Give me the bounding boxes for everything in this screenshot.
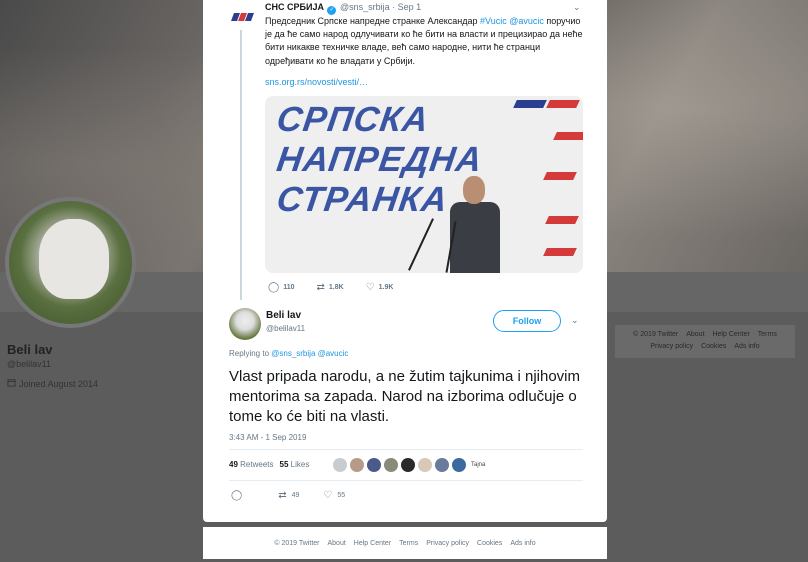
retweet-icon: ⇄	[278, 490, 287, 501]
joined-text: Joined August 2014	[19, 378, 99, 389]
parent-tweet[interactable]: СНС СРБИЈА ✓ @sns_srbija · Sep 1 ⌄ Предс…	[203, 0, 607, 300]
footer-link[interactable]: Terms	[399, 540, 418, 547]
liker-avatar[interactable]	[333, 458, 347, 472]
replying-to-links[interactable]: @sns_srbija @avucic	[271, 349, 348, 358]
footer-link[interactable]: © 2019 Twitter	[274, 540, 319, 547]
divider	[229, 449, 583, 450]
parent-author-handle[interactable]: @sns_srbija	[340, 2, 390, 12]
flag-stripe	[543, 248, 577, 256]
liker-avatar[interactable]	[350, 458, 364, 472]
chevron-down-icon[interactable]: ⌄	[573, 2, 581, 13]
sidebar-footer: © 2019 Twitter About Help Center Terms P…	[615, 325, 795, 358]
author-name[interactable]: Beli lav	[266, 310, 301, 321]
likes-stat[interactable]: 55 Likes	[280, 460, 310, 469]
profile-joined: Joined August 2014	[7, 378, 98, 389]
like-button[interactable]: ♡ 1.9K	[366, 282, 394, 293]
hashtag-link[interactable]: #Vucic	[480, 16, 507, 26]
parent-tweet-header: СНС СРБИЈА ✓ @sns_srbija · Sep 1	[265, 2, 421, 15]
footer-link[interactable]: Cookies	[701, 343, 726, 350]
separator: ·	[392, 2, 396, 12]
liker-avatar[interactable]	[384, 458, 398, 472]
thread-line	[240, 30, 242, 300]
footer-link[interactable]: Terms	[758, 331, 777, 338]
tweet-stats: 49 Retweets 55 Likes	[229, 460, 309, 469]
retweet-button[interactable]: ⇄ 1.8K	[317, 282, 344, 293]
flag-stripe	[543, 172, 577, 180]
parent-tweet-text: Председник Српске напредне странке Алекс…	[265, 16, 583, 66]
liker-avatar-broken[interactable]: Tajna	[471, 462, 485, 469]
banner-line: СТРАНКА	[274, 180, 451, 219]
retweet-icon: ⇄	[316, 282, 325, 293]
flag-stripe	[553, 132, 583, 140]
modal-footer: © 2019 Twitter About Help Center Terms P…	[203, 527, 607, 559]
banner-line: НАПРЕДНА	[274, 140, 486, 179]
like-icon: ♡	[323, 490, 333, 501]
flag-stripe	[513, 100, 547, 108]
profile-handle: @belilav11	[7, 359, 51, 369]
liker-avatar[interactable]	[452, 458, 466, 472]
sns-logo[interactable]	[230, 10, 256, 24]
profile-name[interactable]: Beli lav	[7, 342, 53, 357]
microphone	[408, 218, 434, 271]
follow-button[interactable]: Follow	[493, 310, 561, 332]
replying-to: Replying to @sns_srbija @avucic	[229, 349, 349, 358]
reply-button[interactable]: ◯	[231, 490, 242, 501]
article-link[interactable]: sns.org.rs/novosti/vesti/…	[265, 77, 368, 87]
footer-link[interactable]: Help Center	[354, 540, 391, 547]
footer-link[interactable]: Privacy policy	[650, 343, 693, 350]
divider	[229, 480, 583, 481]
parent-tweet-image[interactable]: СРПСКА НАПРЕДНА СТРАНКА	[265, 96, 583, 273]
profile-avatar[interactable]	[5, 197, 136, 328]
tweet-actions: ◯ ⇄ 49 ♡ 55	[231, 490, 345, 501]
footer-link[interactable]: © 2019 Twitter	[633, 331, 678, 338]
retweet-button[interactable]: ⇄ 49	[278, 490, 299, 501]
author-handle[interactable]: @belilav11	[266, 324, 305, 333]
calendar-icon	[7, 378, 16, 389]
footer-link[interactable]: Privacy policy	[426, 540, 469, 547]
liker-avatar[interactable]	[418, 458, 432, 472]
flag-stripe	[546, 100, 580, 108]
footer-link[interactable]: About	[686, 331, 704, 338]
reply-icon: ◯	[231, 490, 243, 501]
tweet-timestamp[interactable]: 3:43 AM - 1 Sep 2019	[229, 433, 306, 442]
mention-link[interactable]: @avucic	[509, 16, 544, 26]
like-button[interactable]: ♡ 55	[323, 490, 345, 501]
reply-icon: ◯	[268, 282, 280, 293]
flag-stripe	[545, 216, 579, 224]
footer-link[interactable]: About	[328, 540, 346, 547]
footer-link[interactable]: Ads info	[734, 343, 759, 350]
verified-icon: ✓	[327, 6, 337, 15]
reply-button[interactable]: ◯ 110	[268, 282, 295, 293]
chevron-down-icon[interactable]: ⌄	[571, 315, 579, 326]
liker-avatars: Tajna	[333, 458, 485, 472]
like-icon: ♡	[365, 282, 375, 293]
tweet-modal: СНС СРБИЈА ✓ @sns_srbija · Sep 1 ⌄ Предс…	[203, 0, 607, 522]
banner-line: СРПСКА	[274, 100, 432, 139]
liker-avatar[interactable]	[401, 458, 415, 472]
parent-tweet-actions: ◯ 110 ⇄ 1.8K ♡ 1.9K	[268, 282, 415, 293]
retweets-stat[interactable]: 49 Retweets	[229, 460, 274, 469]
liker-avatar[interactable]	[435, 458, 449, 472]
author-avatar[interactable]	[229, 308, 261, 340]
tweet-text: Vlast pripada narodu, a ne žutim tajkuni…	[229, 368, 581, 425]
main-tweet: Beli lav @belilav11 Follow ⌄ Replying to…	[203, 300, 607, 522]
parent-author-name[interactable]: СНС СРБИЈА	[265, 2, 324, 12]
footer-link[interactable]: Cookies	[477, 540, 502, 547]
footer-link[interactable]: Ads info	[510, 540, 535, 547]
liker-avatar[interactable]	[367, 458, 381, 472]
footer-link[interactable]: Help Center	[712, 331, 749, 338]
parent-date[interactable]: Sep 1	[398, 2, 422, 12]
